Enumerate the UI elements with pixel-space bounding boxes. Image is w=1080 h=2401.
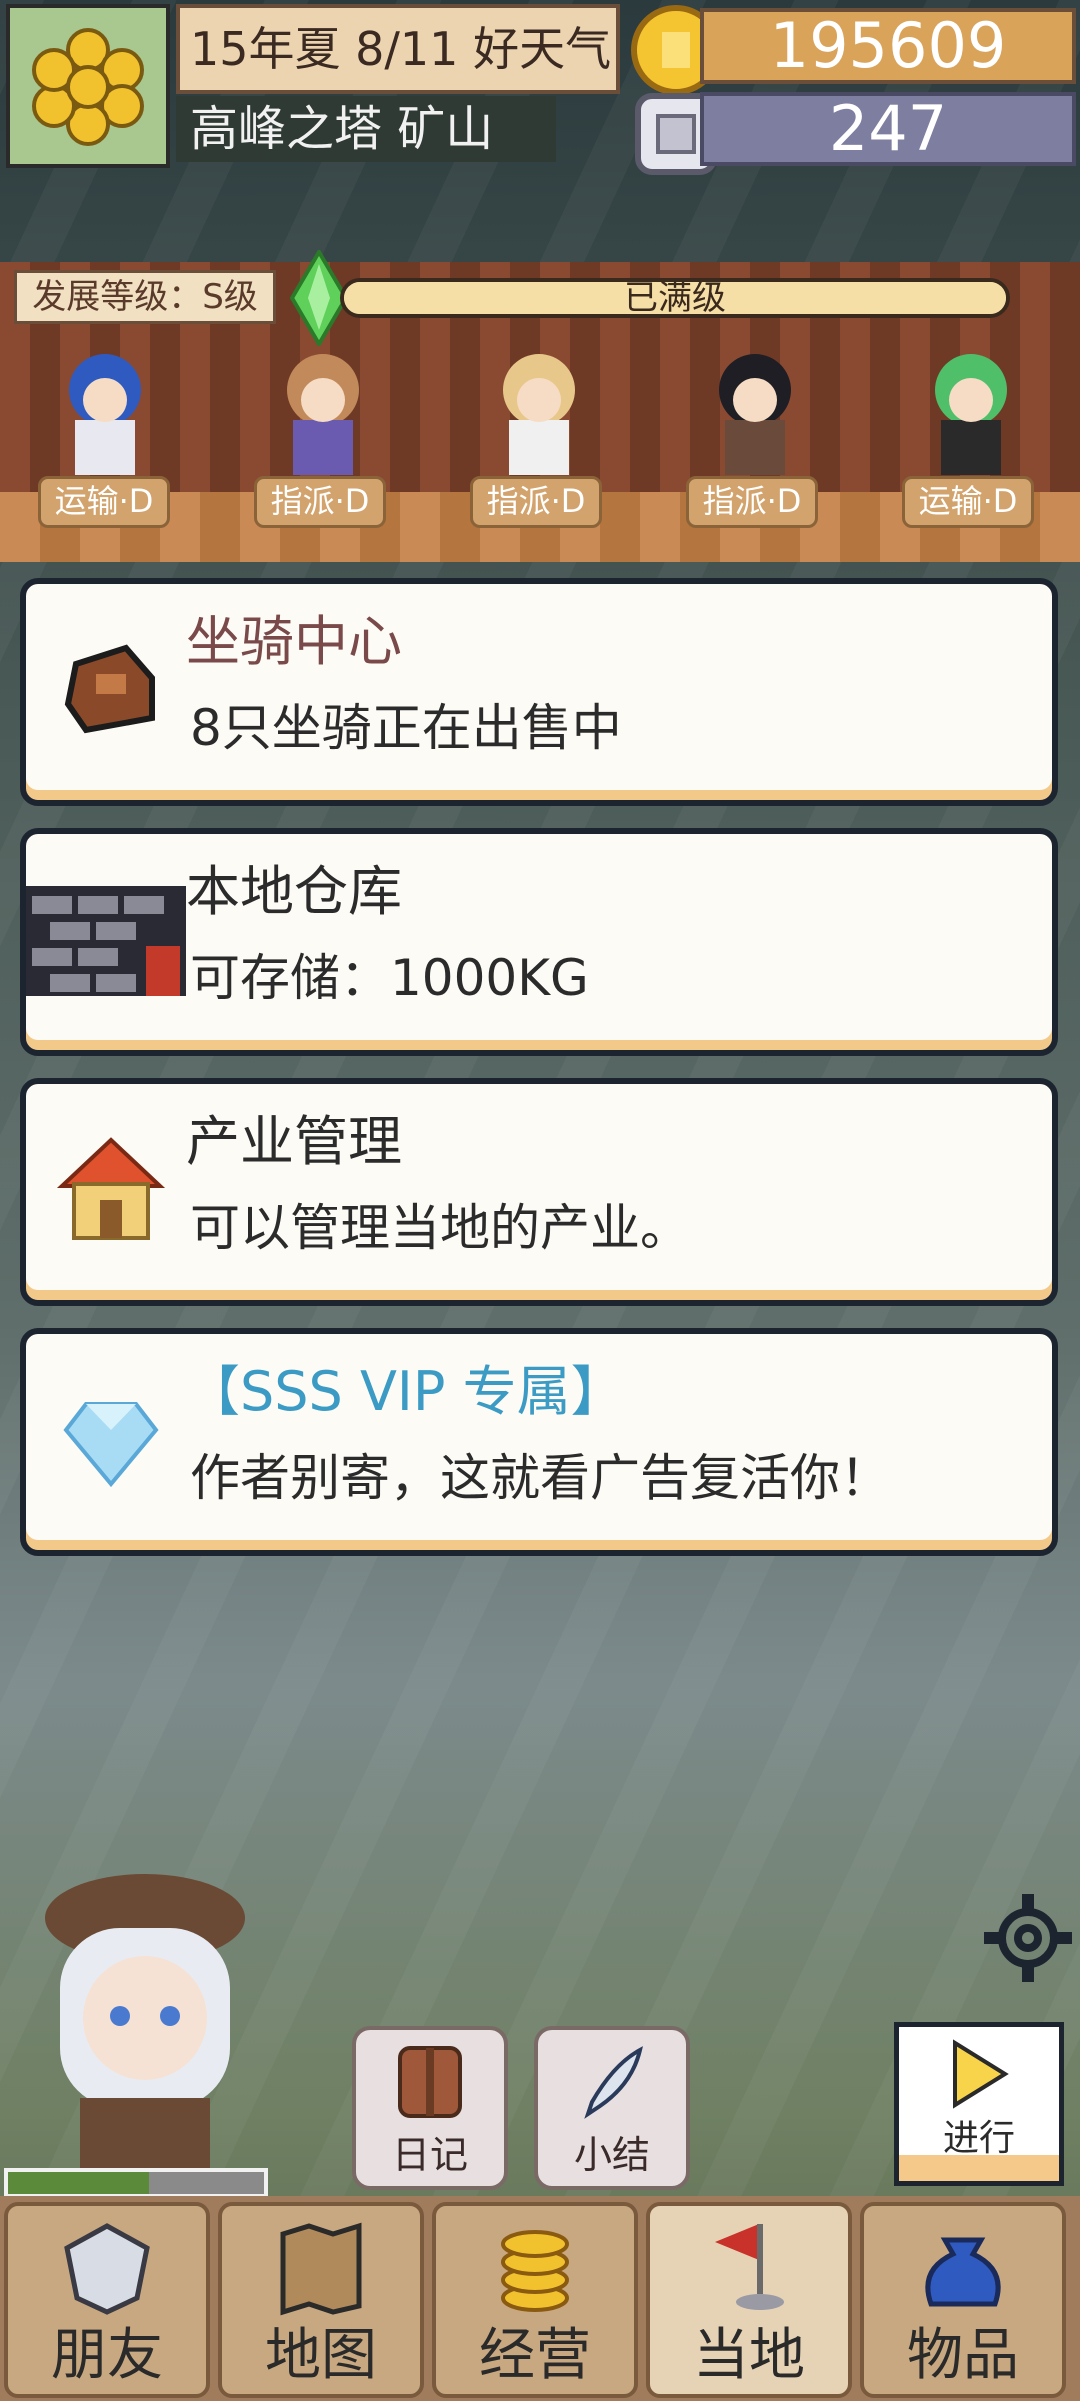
summary-button[interactable]: 小结 — [534, 2026, 690, 2190]
location-name: 高峰之塔 矿山 — [176, 96, 556, 162]
card-description: 作者别寄，这就看广告复活你！ — [190, 1449, 890, 1507]
proceed-button[interactable]: 进行 — [894, 2022, 1064, 2186]
season-flower-icon — [6, 4, 170, 168]
house-icon — [56, 1134, 166, 1244]
nav-local[interactable]: 当地 — [646, 2202, 852, 2398]
worker-avatar[interactable] — [680, 350, 830, 480]
card-local-warehouse[interactable]: 本地仓库 可存储：1000KG — [20, 828, 1058, 1056]
nav-label: 朋友 — [51, 2323, 163, 2388]
worker-avatar[interactable] — [896, 350, 1046, 480]
card-industry-management[interactable]: 产业管理 可以管理当地的产业。 — [20, 1078, 1058, 1306]
card-mount-center[interactable]: 坐骑中心 8只坐骑正在出售中 — [20, 578, 1058, 806]
progress-status: 已满级 — [624, 278, 726, 318]
nav-label: 地图 — [265, 2323, 377, 2388]
hero-health-bar — [4, 2168, 268, 2198]
card-title: 【SSS VIP 专属】 — [186, 1360, 625, 1423]
shield-icon — [64, 2223, 150, 2315]
hero-portrait[interactable] — [20, 1868, 270, 2168]
horse-saddle-icon — [56, 634, 166, 744]
nav-items[interactable]: 物品 — [860, 2202, 1066, 2398]
card-vip-exclusive[interactable]: 【SSS VIP 专属】 作者别寄，这就看广告复活你！ — [20, 1328, 1058, 1556]
card-description: 8只坐骑正在出售中 — [190, 699, 622, 757]
card-description: 可以管理当地的产业。 — [190, 1199, 690, 1257]
diary-label: 日记 — [391, 2133, 468, 2177]
proceed-label: 进行 — [942, 2118, 1015, 2159]
card-description: 可存储：1000KG — [190, 949, 589, 1007]
development-level: 发展等级：S级 — [14, 270, 276, 324]
card-title: 本地仓库 — [186, 860, 402, 923]
nav-label: 经营 — [479, 2323, 591, 2388]
card-title: 产业管理 — [186, 1110, 402, 1173]
worker-role-label: 指派·D — [254, 476, 386, 528]
summary-label: 小结 — [573, 2133, 650, 2177]
diary-button[interactable]: 日记 — [352, 2026, 508, 2190]
date-weather: 15年夏 8/11 好天气 — [176, 4, 620, 94]
worker-avatar[interactable] — [464, 350, 614, 480]
nav-friends[interactable]: 朋友 — [4, 2202, 210, 2398]
play-arrow-icon — [953, 2039, 1009, 2109]
nav-label: 物品 — [907, 2323, 1019, 2388]
flag-icon — [715, 2224, 784, 2310]
coin-stack-icon — [501, 2230, 569, 2312]
gold-amount: 195609 — [700, 8, 1076, 84]
nav-label: 当地 — [693, 2323, 805, 2388]
card-title: 坐骑中心 — [186, 610, 402, 673]
development-progress-bar: 已满级 — [340, 278, 1010, 318]
worker-avatar[interactable] — [248, 350, 398, 480]
worker-role-label: 指派·D — [686, 476, 818, 528]
warehouse-icon — [26, 886, 186, 996]
worker-role-label: 运输·D — [902, 476, 1034, 528]
map-icon — [280, 2222, 362, 2316]
nav-map[interactable]: 地图 — [218, 2202, 424, 2398]
settings-gear-icon[interactable] — [982, 1892, 1074, 1984]
diamond-icon — [56, 1384, 166, 1494]
worker-avatar[interactable] — [30, 350, 180, 480]
worker-role-label: 指派·D — [470, 476, 602, 528]
quill-pen-icon — [584, 2046, 643, 2119]
silver-amount: 247 — [700, 92, 1076, 166]
diary-book-icon — [398, 2046, 462, 2118]
bag-icon — [925, 2237, 1001, 2307]
worker-role-label: 运输·D — [38, 476, 170, 528]
nav-business[interactable]: 经营 — [432, 2202, 638, 2398]
